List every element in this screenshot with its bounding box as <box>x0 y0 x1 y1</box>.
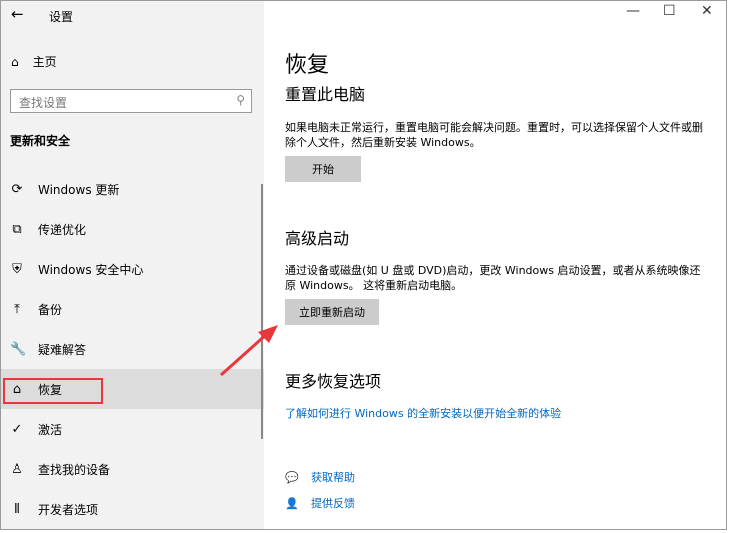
sidebar-item-icon: 🔧 <box>10 341 27 357</box>
advanced-description: 通过设备或磁盘(如 U 盘或 DVD)启动，更改 Windows 启动设置，或者… <box>285 264 701 292</box>
feedback-icon: 👤 <box>285 496 299 510</box>
sidebar-item-icon: ⛨ <box>12 261 22 277</box>
search-input[interactable]: 查找设置 ⚲ <box>10 89 252 113</box>
sidebar-item[interactable]: ✓ 激活 <box>1 409 264 449</box>
highlight-box <box>3 378 103 404</box>
close-button[interactable]: ✕ <box>701 3 713 19</box>
search-icon: ⚲ <box>236 93 245 107</box>
maximize-button[interactable]: ☐ <box>663 3 676 19</box>
back-arrow-icon[interactable]: ← <box>11 5 24 23</box>
sidebar-item-icon: ⤒ <box>14 301 20 317</box>
sidebar-item-label: 激活 <box>38 422 63 437</box>
restart-now-button[interactable]: 立即重新启动 <box>285 299 379 325</box>
sidebar-item[interactable]: ⧉ 传递优化 <box>1 209 264 249</box>
reset-description: 如果电脑未正常运行，重置电脑可能会解决问题。重置时，可以选择保留个人文件或删除个… <box>285 121 703 149</box>
sidebar: ← 设置 ⌂ 主页 查找设置 ⚲ 更新和安全 ⟳ Windows 更新 ⧉ 传递优化 ⛨ Wi… <box>1 1 264 529</box>
home-icon: ⌂ <box>11 54 19 69</box>
feedback-label: 提供反馈 <box>311 497 355 510</box>
sidebar-item[interactable]: ⛨ Windows 安全中心 <box>1 249 264 289</box>
sidebar-item-icon: ⫴ <box>14 501 20 517</box>
sidebar-item-icon: ♙ <box>11 461 23 477</box>
reset-start-button[interactable]: 开始 <box>285 156 361 182</box>
window-title: 设置 <box>49 10 74 24</box>
feedback-link[interactable]: 👤 提供反馈 <box>285 495 355 511</box>
sidebar-item-label: 疑难解答 <box>38 342 87 357</box>
search-placeholder: 查找设置 <box>19 96 68 110</box>
sidebar-item[interactable]: ♙ 查找我的设备 <box>1 449 264 489</box>
sidebar-item-label: 备份 <box>38 302 63 317</box>
section-heading: 更新和安全 <box>10 134 71 148</box>
sidebar-home[interactable]: ⌂ 主页 <box>11 53 57 70</box>
get-help-label: 获取帮助 <box>311 471 355 484</box>
sidebar-item-icon: ⧉ <box>12 221 22 237</box>
home-label: 主页 <box>32 55 57 69</box>
advanced-heading: 高级启动 <box>285 229 350 248</box>
page-title: 恢复 <box>285 53 330 78</box>
minimize-button[interactable]: — <box>626 3 640 19</box>
sidebar-item-icon: ⟳ <box>11 181 23 197</box>
sidebar-item-label: 传递优化 <box>38 222 87 237</box>
settings-window: ← 设置 ⌂ 主页 查找设置 ⚲ 更新和安全 ⟳ Windows 更新 ⧉ 传递优化 ⛨ Wi… <box>0 0 727 530</box>
sidebar-item-icon: ✓ <box>11 421 23 437</box>
sidebar-item[interactable]: ⟳ Windows 更新 <box>1 169 264 209</box>
get-help-link[interactable]: 💬 获取帮助 <box>285 469 355 485</box>
reset-heading: 重置此电脑 <box>285 85 366 104</box>
sidebar-item[interactable]: ⫴ 开发者选项 <box>1 489 264 529</box>
more-options-heading: 更多恢复选项 <box>285 372 382 391</box>
help-icon: 💬 <box>285 470 299 484</box>
sidebar-item-label: Windows 更新 <box>38 182 120 197</box>
scrollbar[interactable] <box>261 184 263 439</box>
sidebar-item-label: 查找我的设备 <box>38 462 111 477</box>
arrow-annotation <box>220 325 278 377</box>
sidebar-item-label: Windows 安全中心 <box>38 262 144 277</box>
fresh-install-link[interactable]: 了解如何进行 Windows 的全新安装以便开始全新的体验 <box>285 405 561 421</box>
sidebar-item-label: 开发者选项 <box>38 502 99 517</box>
